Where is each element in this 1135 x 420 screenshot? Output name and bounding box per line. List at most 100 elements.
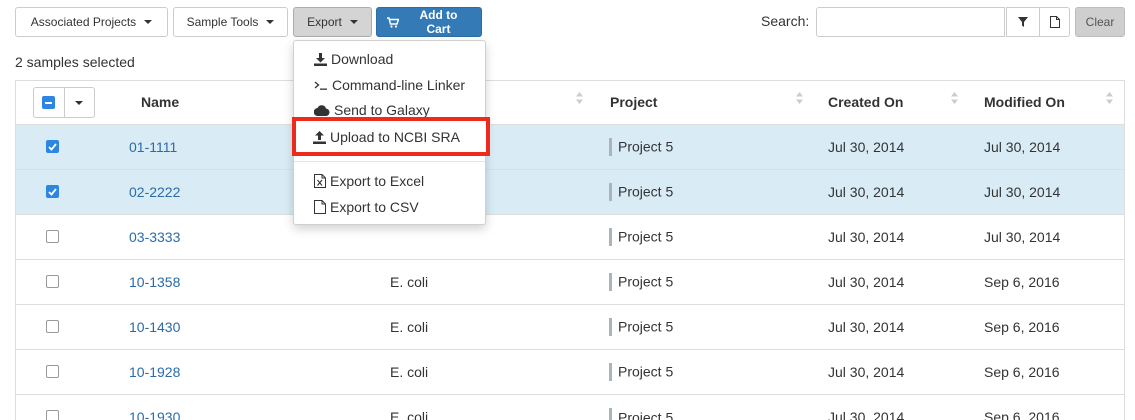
row-checkbox[interactable] bbox=[46, 275, 59, 288]
row-checkbox[interactable] bbox=[46, 230, 59, 243]
created-on-text: Jul 30, 2014 bbox=[828, 408, 905, 420]
project-color-bar bbox=[609, 407, 612, 420]
checkmark-icon bbox=[48, 187, 57, 196]
table-row[interactable]: 02-2222 Project 5 Jul 30, 2014 Jul 30, 2014 bbox=[16, 168, 1124, 214]
modified-on-text: Sep 6, 2016 bbox=[984, 273, 1060, 290]
modified-on-text: Jul 30, 2014 bbox=[984, 228, 1061, 245]
menu-item-export-to-excel[interactable]: Export to Excel bbox=[294, 169, 485, 193]
modified-on-text: Sep 6, 2016 bbox=[984, 318, 1060, 335]
column-header-modified-on[interactable]: Modified On bbox=[984, 81, 1124, 125]
column-header-project[interactable]: Project bbox=[609, 81, 828, 125]
cloud-icon bbox=[314, 104, 330, 116]
search-input[interactable] bbox=[816, 7, 1005, 37]
created-on-text: Jul 30, 2014 bbox=[828, 273, 905, 290]
selection-count-text: 2 samples selected bbox=[15, 54, 135, 70]
sort-icon bbox=[951, 92, 958, 104]
project-text: Project 5 bbox=[618, 183, 674, 200]
file-icon bbox=[314, 200, 326, 214]
cart-icon bbox=[387, 16, 399, 28]
table-row[interactable]: 03-3333 Project 5 Jul 30, 2014 Jul 30, 2014 bbox=[16, 213, 1124, 259]
row-checkbox[interactable] bbox=[46, 365, 59, 378]
upload-icon bbox=[313, 130, 326, 144]
sample-name-link[interactable]: 01-1111 bbox=[129, 139, 177, 155]
table-row[interactable]: 10-1930 E. coli Project 5 Jul 30, 2014 Sep 6… bbox=[16, 393, 1124, 420]
table-row[interactable]: 10-1358 E. coli Project 5 Jul 30, 2014 Sep 6… bbox=[16, 258, 1124, 304]
caret-down-icon bbox=[75, 100, 84, 105]
samples-table: Name Project Created On Modified On 01-1… bbox=[15, 80, 1125, 420]
file-icon bbox=[1049, 16, 1060, 28]
associated-projects-button[interactable]: Associated Projects bbox=[15, 7, 168, 37]
caret-down-icon bbox=[144, 20, 153, 24]
project-text: Project 5 bbox=[618, 273, 674, 290]
modified-on-text: Jul 30, 2014 bbox=[984, 138, 1061, 155]
sample-name-link[interactable]: 10-1358 bbox=[129, 274, 180, 290]
document-button[interactable] bbox=[1039, 7, 1070, 37]
clear-label: Clear bbox=[1085, 15, 1115, 29]
project-text: Project 5 bbox=[618, 228, 674, 245]
menu-item-upload-to-ncbi-sra[interactable]: Upload to NCBI SRA bbox=[313, 125, 483, 149]
project-color-bar bbox=[609, 272, 612, 291]
export-label: Export bbox=[307, 15, 342, 29]
table-row[interactable]: 10-1430 E. coli Project 5 Jul 30, 2014 Sep 6… bbox=[16, 303, 1124, 349]
sample-tools-button[interactable]: Sample Tools bbox=[173, 7, 288, 37]
created-on-text: Jul 30, 2014 bbox=[828, 363, 905, 380]
sort-icon bbox=[576, 92, 583, 104]
sample-tools-label: Sample Tools bbox=[186, 15, 259, 29]
organism-text: E. coli bbox=[390, 408, 429, 420]
filter-button[interactable] bbox=[1006, 7, 1040, 37]
row-checkbox[interactable] bbox=[46, 185, 59, 198]
associated-projects-label: Associated Projects bbox=[30, 15, 137, 29]
project-text: Project 5 bbox=[618, 138, 674, 155]
download-icon bbox=[314, 52, 327, 66]
add-to-cart-button[interactable]: Add to Cart bbox=[376, 7, 482, 37]
project-text: Project 5 bbox=[618, 363, 674, 380]
menu-item-command-line-linker[interactable]: Command-line Linker bbox=[294, 73, 485, 97]
caret-down-icon bbox=[349, 20, 358, 24]
select-all-control[interactable] bbox=[33, 87, 95, 118]
sample-name-link[interactable]: 10-1430 bbox=[129, 319, 180, 335]
organism-text: E. coli bbox=[390, 273, 429, 290]
clear-button[interactable]: Clear bbox=[1075, 7, 1125, 37]
select-options-dropdown[interactable] bbox=[63, 88, 94, 117]
created-on-text: Jul 30, 2014 bbox=[828, 138, 905, 155]
project-color-bar bbox=[609, 317, 612, 336]
sample-name-link[interactable]: 10-1930 bbox=[129, 409, 180, 420]
organism-text: E. coli bbox=[390, 363, 429, 380]
table-row[interactable]: 10-1928 E. coli Project 5 Jul 30, 2014 Sep 6… bbox=[16, 348, 1124, 394]
terminal-icon bbox=[314, 81, 327, 90]
created-on-text: Jul 30, 2014 bbox=[828, 183, 905, 200]
sample-name-link[interactable]: 03-3333 bbox=[129, 229, 180, 245]
table-row[interactable]: 01-1111 Project 5 Jul 30, 2014 Jul 30, 2014 bbox=[16, 123, 1124, 169]
menu-item-download[interactable]: Download bbox=[294, 47, 485, 71]
project-color-bar bbox=[609, 227, 612, 246]
add-to-cart-label: Add to Cart bbox=[419, 8, 458, 36]
checkmark-icon bbox=[48, 142, 57, 151]
highlight-annotation-box: Upload to NCBI SRA bbox=[292, 117, 490, 156]
select-column-header bbox=[16, 81, 129, 125]
sort-icon bbox=[796, 92, 803, 104]
modified-on-text: Jul 30, 2014 bbox=[984, 183, 1061, 200]
row-checkbox[interactable] bbox=[46, 140, 59, 153]
modified-on-text: Sep 6, 2016 bbox=[984, 408, 1060, 420]
row-checkbox[interactable] bbox=[46, 410, 59, 420]
modified-on-text: Sep 6, 2016 bbox=[984, 363, 1060, 380]
project-color-bar bbox=[609, 137, 612, 156]
export-button[interactable]: Export bbox=[293, 7, 372, 37]
organism-text: E. coli bbox=[390, 318, 429, 335]
table-header-row: Name Project Created On Modified On bbox=[16, 81, 1124, 125]
search-label: Search: bbox=[761, 13, 810, 29]
created-on-text: Jul 30, 2014 bbox=[828, 228, 905, 245]
select-all-checkbox[interactable] bbox=[34, 88, 64, 117]
column-header-created-on[interactable]: Created On bbox=[828, 81, 984, 125]
menu-item-export-to-csv[interactable]: Export to CSV bbox=[294, 195, 485, 219]
indeterminate-checkbox-icon bbox=[42, 96, 56, 109]
created-on-text: Jul 30, 2014 bbox=[828, 318, 905, 335]
row-checkbox[interactable] bbox=[46, 320, 59, 333]
excel-file-icon bbox=[314, 174, 326, 188]
filter-icon bbox=[1018, 17, 1028, 27]
caret-down-icon bbox=[266, 20, 275, 24]
sample-name-link[interactable]: 10-1928 bbox=[129, 364, 180, 380]
sample-name-link[interactable]: 02-2222 bbox=[129, 184, 180, 200]
sort-icon bbox=[1106, 92, 1113, 104]
menu-divider bbox=[294, 161, 485, 162]
